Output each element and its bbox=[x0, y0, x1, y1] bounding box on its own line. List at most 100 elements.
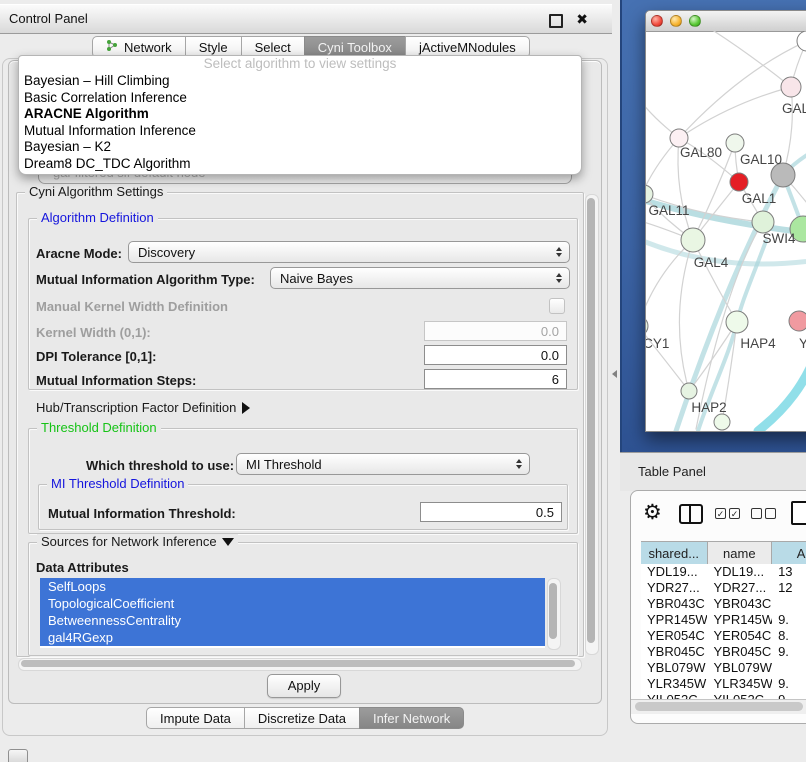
table-horizontal-scrollbar bbox=[631, 699, 806, 714]
node-top-partial[interactable] bbox=[797, 31, 806, 51]
tab-label: jActiveMNodules bbox=[419, 40, 516, 55]
algorithm-options-list: Bayesian – Hill ClimbingBasic Correlatio… bbox=[19, 73, 581, 172]
node-hap4[interactable] bbox=[726, 311, 748, 333]
node-salmon[interactable] bbox=[789, 311, 806, 331]
node-gcy1[interactable] bbox=[646, 316, 648, 336]
table-row[interactable]: YIL052CYIL052C9 bbox=[641, 692, 806, 699]
tab-infer-network[interactable]: Infer Network bbox=[359, 707, 464, 729]
screen: Control Panel ✖ NetworkStyleSelectCyni T… bbox=[0, 0, 806, 762]
hub-definition-label: Hub/Transcription Factor Definition bbox=[36, 400, 236, 415]
algorithm-definition-title: Algorithm Definition bbox=[37, 210, 158, 225]
algorithm-option[interactable]: Mutual Information Inference bbox=[19, 123, 581, 140]
table-cell: YDL19... bbox=[707, 564, 772, 580]
column-header[interactable]: name bbox=[708, 542, 773, 565]
attribute-item[interactable]: SelfLoops bbox=[40, 578, 545, 595]
node-red[interactable] bbox=[730, 173, 748, 191]
scrollbar-thumb[interactable] bbox=[21, 660, 575, 667]
node-gal10[interactable] bbox=[726, 134, 744, 152]
table-row[interactable]: YDL19...YDL19...13 bbox=[641, 564, 806, 580]
node-hap2[interactable] bbox=[681, 383, 697, 399]
node-label: GAL1 bbox=[742, 191, 777, 206]
minimize-window-icon[interactable] bbox=[670, 15, 682, 27]
attribute-item[interactable]: BetweennessCentrality bbox=[40, 612, 545, 629]
minimized-window-icon[interactable] bbox=[8, 749, 28, 762]
aracne-mode-value: Discovery bbox=[138, 245, 195, 260]
maximize-window-icon[interactable] bbox=[689, 15, 701, 27]
scrollbar-thumb[interactable] bbox=[587, 198, 595, 643]
apply-button[interactable]: Apply bbox=[267, 674, 341, 698]
attribute-item[interactable]: gal4RGexp bbox=[40, 629, 545, 646]
mi-steps-field[interactable]: 6 bbox=[424, 369, 567, 389]
network-window[interactable]: GALGAL80GAL10GAL1GAL11SWI4GAL4GCY1HAP4YH… bbox=[645, 10, 806, 432]
aracne-mode-combobox[interactable]: Discovery bbox=[128, 241, 570, 263]
table-row[interactable]: YBR043CYBR043C bbox=[641, 596, 806, 612]
column-header[interactable]: A bbox=[772, 542, 806, 565]
table-cell: YBL079W bbox=[641, 660, 707, 676]
expander-collapsed-icon bbox=[242, 402, 250, 414]
algorithm-option[interactable]: Bayesian – K2 bbox=[19, 139, 581, 156]
table-row[interactable]: YPR145WYPR145W9. bbox=[641, 612, 806, 628]
algorithm-option[interactable]: Bayesian – Hill Climbing bbox=[19, 73, 581, 90]
tab-label: Style bbox=[199, 40, 228, 55]
scrollbar-thumb[interactable] bbox=[635, 702, 803, 711]
tab-impute-data[interactable]: Impute Data bbox=[146, 707, 245, 729]
network-edge bbox=[679, 87, 791, 138]
close-icon[interactable]: ✖ bbox=[576, 11, 588, 28]
node-label: HAP4 bbox=[740, 336, 776, 351]
network-edge bbox=[646, 138, 679, 194]
table-row[interactable]: YLR345WYLR345W9. bbox=[641, 676, 806, 692]
table-cell: 12 bbox=[772, 580, 806, 596]
algorithm-dropdown-placeholder: Select algorithm to view settings bbox=[19, 56, 581, 73]
column-header[interactable]: shared... bbox=[641, 542, 708, 565]
network-canvas[interactable]: GALGAL80GAL10GAL1GAL11SWI4GAL4GCY1HAP4YH… bbox=[646, 31, 806, 431]
table-row[interactable]: YER054CYER054C8. bbox=[641, 628, 806, 644]
node-gal1[interactable] bbox=[752, 211, 774, 233]
node-pink-top[interactable] bbox=[781, 77, 801, 97]
table-cell: 9. bbox=[772, 612, 806, 628]
table-cell: 8. bbox=[772, 628, 806, 644]
table-cell: YBR045C bbox=[641, 644, 707, 660]
network-window-titlebar[interactable] bbox=[646, 11, 806, 32]
node-bottom-partial[interactable] bbox=[714, 414, 730, 430]
table-row[interactable]: YDR27...YDR27...12 bbox=[641, 580, 806, 596]
mi-type-value: Naive Bayes bbox=[280, 271, 353, 286]
panel-divider-handle[interactable] bbox=[612, 370, 617, 378]
attribute-item[interactable]: TopologicalCoefficient bbox=[40, 595, 545, 612]
page-icon[interactable] bbox=[791, 501, 806, 525]
algorithm-option[interactable]: Basic Correlation Inference bbox=[19, 90, 581, 107]
manual-kernel-checkbox[interactable] bbox=[549, 298, 565, 314]
float-window-icon[interactable] bbox=[549, 14, 563, 28]
columns-icon[interactable] bbox=[679, 504, 703, 524]
scrollbar-thumb[interactable] bbox=[549, 583, 557, 639]
hub-definition-expander[interactable]: Hub/Transcription Factor Definition bbox=[36, 400, 250, 415]
settings-horizontal-scrollbar bbox=[18, 658, 582, 671]
tab-discretize-data[interactable]: Discretize Data bbox=[244, 707, 360, 729]
kernel-width-field[interactable]: 0.0 bbox=[424, 321, 567, 341]
algorithm-option[interactable]: Dream8 DC_TDC Algorithm bbox=[19, 156, 581, 173]
which-threshold-combobox[interactable]: MI Threshold bbox=[236, 453, 530, 475]
node-label: HAP2 bbox=[691, 400, 726, 415]
checked-checkboxes-icon[interactable]: ✓✓ bbox=[715, 508, 740, 519]
mi-threshold-field[interactable]: 0.5 bbox=[420, 502, 562, 522]
mi-type-combobox[interactable]: Naive Bayes bbox=[270, 267, 570, 289]
close-window-icon[interactable] bbox=[651, 15, 663, 27]
node-label: GAL10 bbox=[740, 152, 782, 167]
unchecked-checkboxes-icon[interactable] bbox=[751, 508, 776, 519]
dpi-tolerance-field[interactable]: 0.0 bbox=[424, 345, 567, 365]
mi-threshold-group-title: MI Threshold Definition bbox=[47, 476, 188, 491]
kernel-width-label: Kernel Width (0,1): bbox=[36, 325, 151, 340]
node-gal4[interactable] bbox=[681, 228, 705, 252]
table-row[interactable]: YBR045CYBR045C9. bbox=[641, 644, 806, 660]
manual-kernel-label: Manual Kernel Width Definition bbox=[36, 299, 228, 314]
algorithm-dropdown-popup: Select algorithm to view settings Bayesi… bbox=[18, 55, 582, 175]
gear-icon[interactable]: ⚙ bbox=[643, 502, 662, 523]
data-attributes-label: Data Attributes bbox=[36, 560, 129, 575]
table-header-row: shared...nameA bbox=[641, 541, 806, 566]
table-cell: YDL19... bbox=[641, 564, 707, 580]
algorithm-option[interactable]: ARACNE Algorithm bbox=[19, 106, 581, 123]
table-cell bbox=[772, 660, 806, 676]
mi-steps-label: Mutual Information Steps: bbox=[36, 373, 196, 388]
table-cell: YBR045C bbox=[707, 644, 772, 660]
table-cell: YBR043C bbox=[641, 596, 707, 612]
table-row[interactable]: YBL079WYBL079W bbox=[641, 660, 806, 676]
